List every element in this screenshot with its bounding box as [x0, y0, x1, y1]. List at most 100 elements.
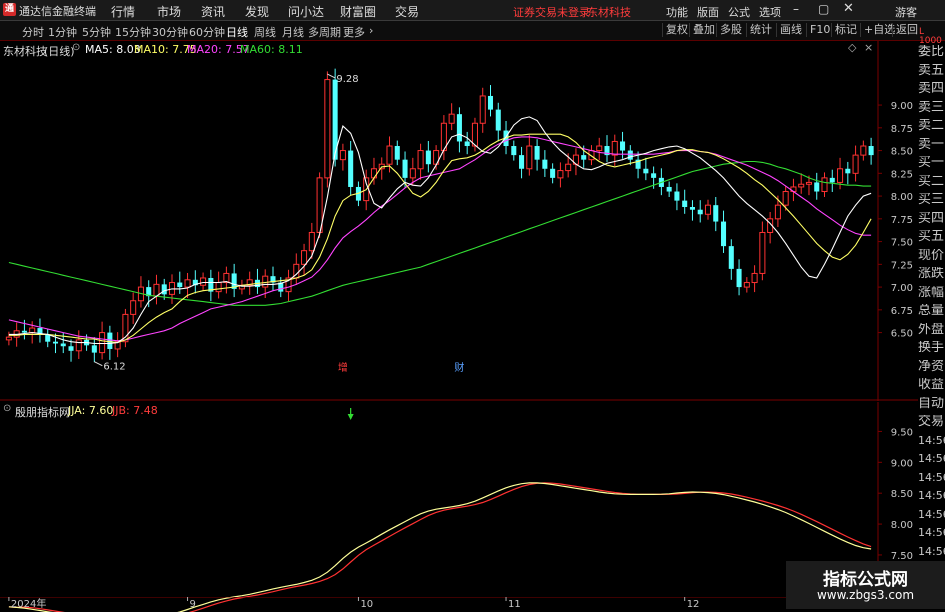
candle-down: [511, 146, 517, 156]
candle-down: [713, 205, 719, 222]
candle-up: [184, 279, 191, 288]
side-panel-label: 14:56: [918, 544, 945, 558]
kline-chart[interactable]: 9.00 8.75 8.50 8.25 8.00 7.75 7.50 7.25 7.00 6.75…: [0, 41, 945, 401]
candle-up: [75, 339, 82, 352]
login-notice[interactable]: 证券交易未登录: [513, 4, 590, 20]
indicator-tick-label: 9.00: [891, 458, 913, 469]
chevron-right-icon[interactable]: ›: [369, 24, 373, 37]
price-tick-label: 7.00: [891, 283, 913, 294]
tb-multi-stock[interactable]: 多股: [716, 23, 745, 37]
period-multi[interactable]: 多周期: [308, 24, 341, 40]
menu-market[interactable]: 市场: [157, 3, 181, 20]
price-tick-label: 8.75: [891, 124, 913, 135]
menu-wealth[interactable]: 财富圈: [340, 3, 376, 20]
price-tick-label: 9.00: [891, 101, 913, 112]
candle-down: [627, 150, 633, 160]
ma20-line: [8, 136, 872, 342]
candle-up: [837, 168, 844, 183]
jja-line: [8, 482, 872, 612]
low-marker-label: 6.12: [103, 362, 125, 373]
candle-up: [409, 168, 416, 179]
candle-down: [643, 168, 649, 174]
user-guest[interactable]: 游客: [895, 4, 917, 20]
period-monthly[interactable]: 月线: [282, 24, 304, 40]
side-panel-label: 卖五: [918, 63, 945, 78]
side-panel-label: 14:56: [918, 489, 945, 502]
ma5-label: MA5: 8.03: [85, 43, 141, 56]
tb-mark[interactable]: 标记: [831, 23, 860, 37]
maximize-icon[interactable]: ▢: [818, 2, 829, 16]
indicator-settings-icon[interactable]: ⊙: [3, 403, 11, 414]
side-panel-label: 买三: [918, 193, 945, 207]
side-panel-label: 现价: [918, 248, 945, 263]
period-30min[interactable]: 30分钟: [152, 24, 188, 40]
tb-overlay[interactable]: 叠加: [689, 23, 718, 37]
menu-formula[interactable]: 公式: [728, 4, 750, 20]
candle-up: [774, 204, 781, 220]
menu-discover[interactable]: 发现: [245, 3, 269, 20]
menu-quotes[interactable]: 行情: [111, 3, 135, 20]
period-daily[interactable]: 日线: [226, 24, 248, 40]
buy-signal-arrow-icon: [347, 408, 354, 420]
diamond-icon[interactable]: ◇: [848, 41, 856, 54]
candle-up: [386, 145, 393, 165]
watermark-title: 指标公式网: [823, 570, 908, 590]
candle-down: [161, 284, 167, 295]
period-more[interactable]: 更多: [343, 24, 365, 40]
price-tick-label: 7.50: [891, 238, 913, 249]
candle-down: [829, 177, 835, 183]
period-tick[interactable]: 分时: [22, 24, 44, 40]
settings-circle-icon[interactable]: ⊙: [72, 42, 80, 53]
candle-up: [860, 145, 867, 156]
side-panel-label: 14:56: [918, 452, 945, 465]
cross-icon[interactable]: ×: [864, 41, 873, 54]
tb-back[interactable]: 返回: [892, 23, 921, 37]
high-marker-label: 9.28: [336, 74, 358, 85]
tb-draw[interactable]: 画线: [776, 23, 805, 37]
menu-layout[interactable]: 版面: [697, 4, 719, 20]
candle-up: [565, 163, 572, 172]
side-panel-label: 卖三: [918, 100, 945, 115]
menu-options[interactable]: 选项: [759, 4, 781, 20]
tb-statistics[interactable]: 统计: [746, 23, 775, 37]
side-panel-label: 卖二: [918, 119, 945, 133]
price-tick-label: 6.50: [891, 329, 913, 340]
candle-up: [557, 170, 564, 179]
candle-down: [620, 141, 626, 151]
candle-up: [200, 277, 207, 286]
candle-up: [805, 181, 812, 185]
menu-trade[interactable]: 交易: [395, 3, 419, 20]
quote-side-panel: L 1000 委比 卖五 卖四 卖三 卖二 卖一 买一 买二 买三 买四 买五 现价 涨跌 涨幅 总量 外盘换…: [918, 28, 945, 609]
x-axis-svg: 2024年91011121: [0, 596, 879, 610]
side-panel-label: 买五: [918, 230, 945, 244]
period-1min[interactable]: 1分钟: [48, 24, 77, 40]
period-60min[interactable]: 60分钟: [189, 24, 225, 40]
candle-down: [581, 155, 587, 160]
menu-ask[interactable]: 问小达: [288, 3, 324, 20]
candle-up: [751, 272, 758, 284]
notice-stock-name: 东材科技: [587, 6, 631, 19]
minimize-icon[interactable]: –: [793, 2, 799, 16]
candle-up: [704, 204, 712, 215]
candle-up: [759, 231, 766, 274]
candle-down: [52, 341, 59, 344]
side-panel-label: 收益: [918, 378, 945, 392]
candle-down: [91, 345, 97, 353]
period-weekly[interactable]: 周线: [254, 24, 276, 40]
side-panel-tag: L 1000: [919, 27, 942, 46]
period-5min[interactable]: 5分钟: [82, 24, 111, 40]
jjb-label: JJB: 7.48: [112, 404, 158, 417]
tb-restore-rights[interactable]: 复权: [662, 23, 691, 37]
close-icon[interactable]: ✕: [843, 1, 854, 16]
period-15min[interactable]: 15分钟: [115, 24, 151, 40]
side-panel-label: 卖四: [918, 82, 945, 96]
indicator-panel[interactable]: 9.509.008.508.007.507.00 ⊙ 殷朋指标网 JJA: 7.…: [0, 402, 913, 612]
tb-f10[interactable]: F10: [806, 23, 833, 37]
jja-label: JJA: 7.60: [68, 404, 114, 417]
candle-down: [542, 159, 548, 169]
candle-down: [697, 209, 703, 215]
menu-function[interactable]: 功能: [666, 4, 688, 20]
side-panel-label: 买四: [918, 211, 945, 226]
kline-panel[interactable]: 9.00 8.75 8.50 8.25 8.00 7.75 7.50 7.25 7.00 6.75…: [0, 41, 918, 401]
menu-news[interactable]: 资讯: [201, 3, 225, 20]
